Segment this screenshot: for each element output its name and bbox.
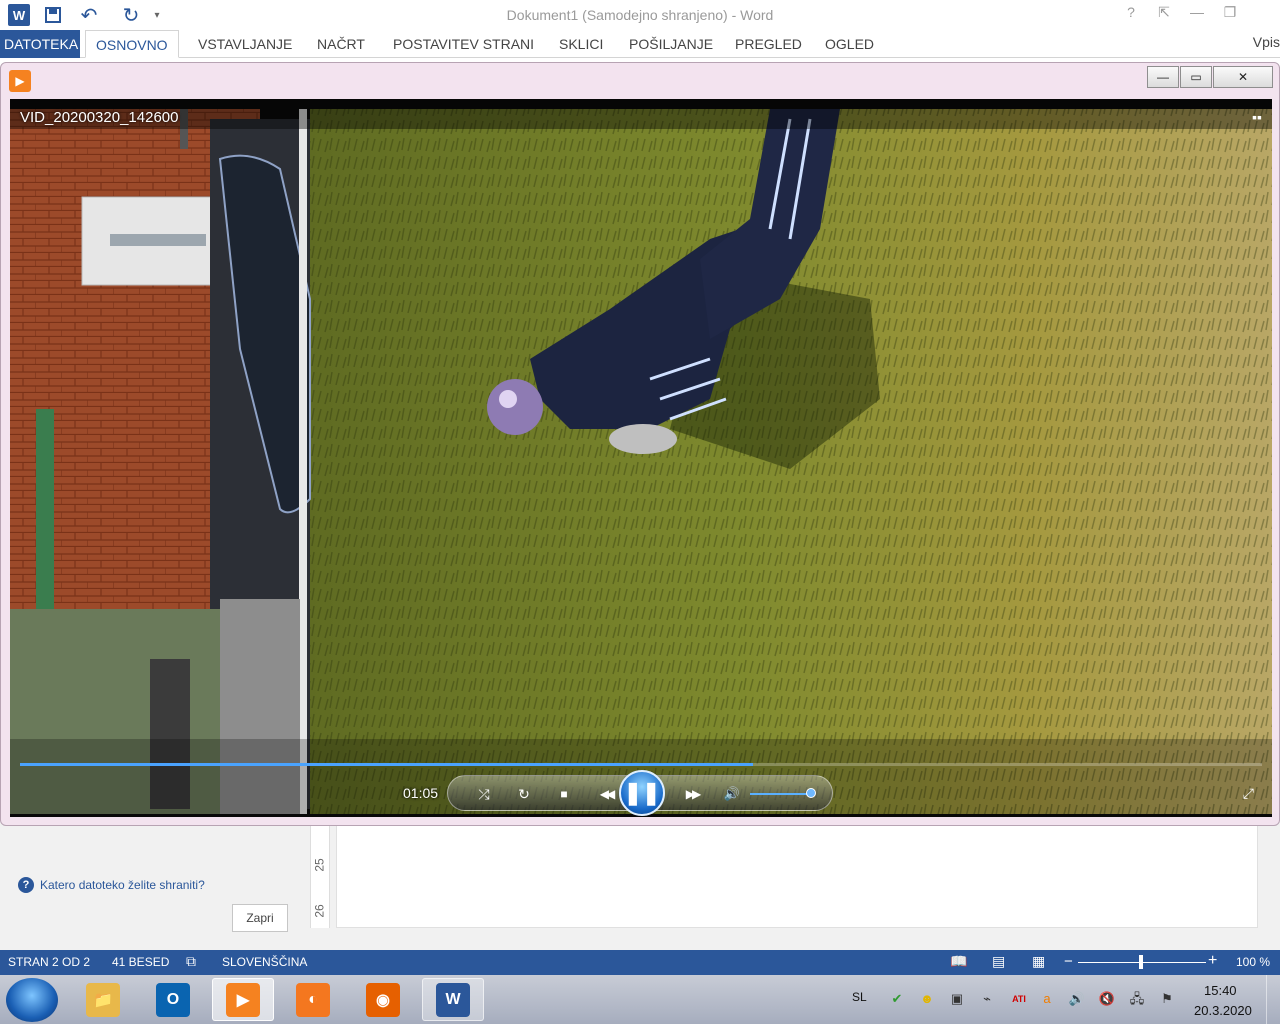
explorer-icon: 📁 xyxy=(86,982,120,1017)
zoom-slider-thumb[interactable] xyxy=(1139,955,1143,969)
media-player-icon: ▶ xyxy=(226,982,260,1017)
clock-date[interactable]: 20.3.2020 xyxy=(1194,1003,1252,1018)
app-orange-icon: ◐ xyxy=(296,982,330,1017)
media-player-window: ▶ — ▭ ✕ VID_20200320_142600 ▪▪ 01:05 ⤮ ↻… xyxy=(0,62,1280,826)
player-close-icon[interactable]: ✕ xyxy=(1213,66,1273,88)
tab-insert[interactable]: VSTAVLJANJE xyxy=(188,30,302,58)
next-icon[interactable]: ▶▶ xyxy=(674,782,710,806)
seek-bar[interactable] xyxy=(20,763,1262,766)
tab-references[interactable]: SKLICI xyxy=(549,30,613,58)
print-layout-icon[interactable]: ▤ xyxy=(992,953,1005,970)
word-count[interactable]: 41 BESED xyxy=(112,955,169,969)
minimize-icon[interactable]: — xyxy=(1186,4,1208,24)
ribbon-tabs: DATOTEKA OSNOVNO VSTAVLJANJE NAČRT POSTA… xyxy=(0,30,1280,58)
zoom-level[interactable]: 100 % xyxy=(1236,955,1270,969)
input-language[interactable]: SL xyxy=(852,990,867,1004)
window-title: Dokument1 (Samodejno shranjeno) - Word xyxy=(506,7,774,23)
taskbar-outlook-button[interactable]: O xyxy=(142,978,204,1021)
video-frame xyxy=(10,99,1272,817)
tab-view[interactable]: OGLED xyxy=(815,30,884,58)
web-layout-icon[interactable]: ▦ xyxy=(1032,953,1045,970)
player-restore-icon[interactable]: ▭ xyxy=(1180,66,1212,88)
avast-icon[interactable]: a xyxy=(1038,990,1056,1008)
video-title: VID_20200320_142600 xyxy=(20,109,179,126)
save-pane-question: ? Katero datoteko želite shraniti? xyxy=(18,877,205,893)
taskbar-media-player-button[interactable]: ▶ xyxy=(212,978,274,1021)
restore-icon[interactable]: ❐ xyxy=(1219,4,1241,24)
antivirus-icon[interactable]: ✔ xyxy=(888,990,906,1008)
word-icon: W xyxy=(436,982,470,1017)
messenger-icon[interactable]: ☻ xyxy=(918,990,936,1008)
repeat-icon[interactable]: ↻ xyxy=(512,782,536,806)
sign-in-link[interactable]: Vpis xyxy=(1253,34,1280,50)
outlook-icon: O xyxy=(156,982,190,1017)
show-desktop-button[interactable] xyxy=(1266,975,1280,1024)
stop-icon[interactable]: ■ xyxy=(552,782,576,806)
taskbar: 📁 O ▶ ◐ ◉ W SL ✔ ☻ ▣ ⌁ ATI a 🔊 🔇 🖧 ⚑ 15:40 20.3.2020 xyxy=(0,975,1280,1024)
taskbar-explorer-button[interactable]: 📁 xyxy=(72,978,134,1021)
question-icon: ? xyxy=(18,877,34,893)
tab-mailings[interactable]: POŠILJANJE xyxy=(619,30,723,58)
document-page[interactable] xyxy=(336,822,1258,928)
ruler-number: 25 xyxy=(312,858,327,872)
taskbar-firefox-button[interactable]: ◉ xyxy=(352,978,414,1021)
zoom-out-button[interactable]: − xyxy=(1064,953,1073,970)
vertical-ruler: 25 26 xyxy=(310,822,330,928)
volume-slider-thumb[interactable] xyxy=(805,788,816,798)
word-title-bar: W ↶ ↻ ▾ Dokument1 (Samodejno shranjeno) … xyxy=(0,0,1280,30)
full-screen-icon[interactable]: ⤢ xyxy=(1243,785,1254,802)
seek-bar-progress xyxy=(20,763,753,766)
playback-controls: ⤮ ↻ ■ ◀◀ ❚❚ ▶▶ 🔊 xyxy=(447,770,833,816)
tab-design[interactable]: NAČRT xyxy=(307,30,375,58)
close-button[interactable]: Zapri xyxy=(232,904,288,932)
proofing-icon[interactable]: ⧉ xyxy=(186,953,196,970)
computer-network-icon[interactable]: 🖧 xyxy=(1128,990,1146,1008)
clock-time[interactable]: 15:40 xyxy=(1204,983,1237,998)
help-icon[interactable]: ? xyxy=(1120,4,1142,24)
tab-home[interactable]: OSNOVNO xyxy=(85,30,179,58)
volume-icon[interactable]: 🔊 xyxy=(720,782,744,806)
player-minimize-icon[interactable]: — xyxy=(1147,66,1179,88)
ruler-number: 26 xyxy=(312,904,327,918)
action-center-flag-icon[interactable]: ⚑ xyxy=(1158,990,1176,1008)
network-icon[interactable]: ⌁ xyxy=(978,990,996,1008)
speaker-muted-icon[interactable]: 🔇 xyxy=(1098,990,1116,1008)
tab-review[interactable]: PREGLED xyxy=(725,30,812,58)
read-mode-icon[interactable]: 📖 xyxy=(950,953,967,970)
firefox-icon: ◉ xyxy=(366,982,400,1017)
tab-page-layout[interactable]: POSTAVITEV STRANI xyxy=(383,30,544,58)
speaker-icon[interactable]: 🔊 xyxy=(1068,990,1086,1008)
taskbar-word-button[interactable]: W xyxy=(422,978,484,1021)
language[interactable]: SLOVENŠČINA xyxy=(222,955,307,969)
page-count[interactable]: STRAN 2 OD 2 xyxy=(8,955,90,969)
pause-icon[interactable]: ❚❚ xyxy=(619,770,665,816)
ribbon-display-options-icon[interactable]: ⇱ xyxy=(1153,4,1175,24)
status-bar: STRAN 2 OD 2 41 BESED ⧉ SLOVENŠČINA 📖 ▤ … xyxy=(0,950,1280,975)
tab-file[interactable]: DATOTEKA xyxy=(0,30,80,58)
start-button[interactable] xyxy=(6,978,58,1022)
save-question-text[interactable]: Katero datoteko želite shraniti? xyxy=(40,878,205,892)
media-player-icon: ▶ xyxy=(9,70,31,92)
current-time: 01:05 xyxy=(403,785,439,801)
ati-icon[interactable]: ATI xyxy=(1008,990,1030,1008)
switch-to-library-icon[interactable]: ▪▪ xyxy=(1252,109,1262,125)
taskbar-app-orange-button[interactable]: ◐ xyxy=(282,978,344,1021)
usb-icon[interactable]: ▣ xyxy=(948,990,966,1008)
video-surface[interactable]: VID_20200320_142600 ▪▪ 01:05 ⤮ ↻ ■ ◀◀ ❚❚… xyxy=(10,99,1272,817)
zoom-in-button[interactable]: + xyxy=(1208,952,1217,970)
shuffle-icon[interactable]: ⤮ xyxy=(472,782,496,806)
volume-slider-track[interactable] xyxy=(750,793,814,795)
